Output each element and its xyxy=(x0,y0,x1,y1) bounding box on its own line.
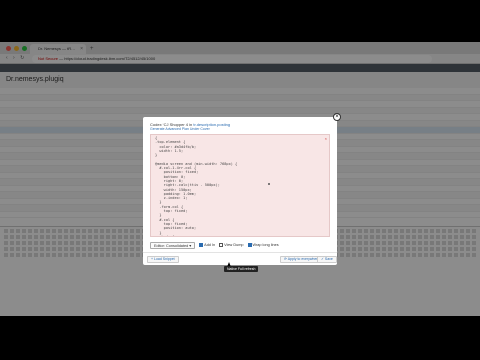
add-in-label: Add In xyxy=(204,243,216,247)
view-dump-label: View Dump xyxy=(224,243,244,247)
code-editor[interactable]: { .top.element { color: #a3d4fb/b; width… xyxy=(150,134,330,237)
load-snippet-button[interactable]: + Load Snippet xyxy=(147,256,179,263)
add-in-checkbox[interactable]: Add In xyxy=(199,243,215,247)
checkbox-checked-icon[interactable] xyxy=(247,243,252,247)
clear-code-icon[interactable]: × xyxy=(325,136,327,141)
text-cursor-icon xyxy=(268,183,270,185)
editor-options: Editor: Consolidated ▾ Add In View Dump … xyxy=(150,241,279,249)
wrap-lines-label: Wrap long lines xyxy=(252,243,279,247)
checkbox-checked-icon[interactable] xyxy=(199,243,204,247)
view-dump-checkbox[interactable]: View Dump xyxy=(219,243,244,247)
save-button[interactable]: ✓ Save xyxy=(317,256,337,263)
dialog-footer: + Load Snippet ⟳ Apply to everywhere ✓ S… xyxy=(143,252,337,265)
editor-select[interactable]: Editor: Consolidated ▾ xyxy=(150,241,196,249)
checkbox-icon[interactable] xyxy=(219,243,224,247)
css-editor-dialog: Codex ‘CJ Shopper 4 in tr.description.po… xyxy=(143,117,337,265)
tooltip: Native Full refresh xyxy=(224,266,259,272)
close-dialog-icon[interactable]: × xyxy=(333,113,341,121)
code-text[interactable]: { .top.element { color: #a3d4fb/b; width… xyxy=(151,135,329,236)
dialog-subtitle-link[interactable]: Generate Advanced Plan Under Cover xyxy=(150,127,210,131)
wrap-lines-checkbox[interactable]: Wrap long lines xyxy=(247,243,279,247)
